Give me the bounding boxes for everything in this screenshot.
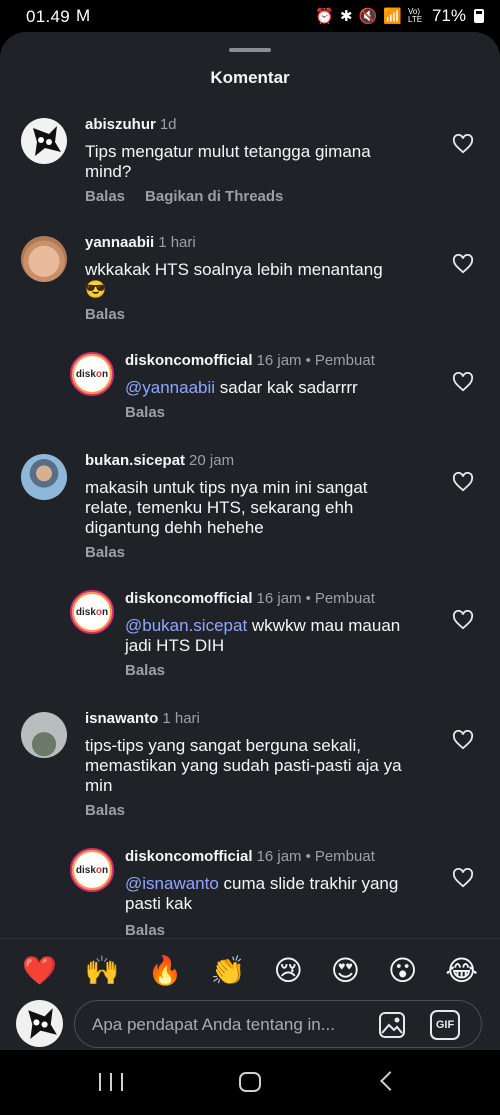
comment-username[interactable]: diskoncomofficial <box>125 848 253 865</box>
share-threads-button[interactable]: Bagikan di Threads <box>145 188 283 205</box>
heart-eyes-emoji-button[interactable]: 😍 <box>331 954 360 987</box>
comment-username[interactable]: bukan.sicepat <box>85 452 185 469</box>
mute-icon: 🔇 <box>358 8 378 25</box>
comment-actions: Balas <box>125 404 165 421</box>
comment-actions: Balas <box>85 306 125 323</box>
avatar[interactable]: diskon <box>70 848 114 892</box>
comment-header: yannaabii 1 hari <box>85 234 196 251</box>
comment-header: diskoncomofficial 16 jam • Pembuat <box>125 352 375 369</box>
reply-button[interactable]: Balas <box>125 922 165 939</box>
wifi-icon: 📶 <box>383 8 402 25</box>
comment-text: @yannaabii sadar kak sadarrrr <box>125 378 358 397</box>
signal-text: Vo) LTE <box>407 7 423 24</box>
comment-text: wkkakak HTS soalnya lebih menantang 😎 <box>85 260 383 299</box>
drag-handle[interactable] <box>229 48 271 52</box>
home-icon[interactable] <box>239 1072 261 1092</box>
diskon-logo: diskon <box>75 606 109 618</box>
mention-link[interactable]: @isnawanto <box>125 874 219 893</box>
comment-actions: Balas <box>125 922 165 939</box>
back-icon[interactable] <box>380 1071 400 1091</box>
comment-username[interactable]: diskoncomofficial <box>125 590 253 607</box>
comment-time: 1 hari <box>162 710 200 727</box>
creator-badge: Pembuat <box>314 352 375 369</box>
comment-time: 16 jam <box>256 590 302 607</box>
system-nav-bar <box>0 1050 500 1115</box>
my-avatar <box>16 1000 63 1047</box>
avatar[interactable] <box>21 712 67 758</box>
reply-button[interactable]: Balas <box>85 188 125 205</box>
comment-time: 1d <box>159 116 177 133</box>
battery-icon <box>474 9 484 23</box>
mention-link[interactable]: @bukan.sicepat <box>125 616 247 635</box>
avatar[interactable] <box>21 118 67 164</box>
comment-username[interactable]: abiszuhur <box>85 116 156 133</box>
creator-badge: Pembuat <box>314 848 375 865</box>
gif-button[interactable]: GIF <box>430 1010 460 1040</box>
creator-badge: Pembuat <box>314 590 375 607</box>
comment-time: 1 hari <box>158 234 196 251</box>
avatar[interactable]: diskon <box>70 352 114 396</box>
avatar[interactable]: diskon <box>70 590 114 634</box>
comment-text: @bukan.sicepat wkwkw mau mauan jadi HTS … <box>125 616 401 655</box>
fire-emoji-button[interactable]: 🔥 <box>148 954 183 987</box>
comment-header: diskoncomofficial 16 jam • Pembuat <box>125 848 375 865</box>
sheet-title: Komentar <box>210 68 290 87</box>
comment-actions: Balas Bagikan di Threads <box>85 188 283 205</box>
avatar[interactable] <box>21 236 67 282</box>
reply-button[interactable]: Balas <box>125 662 165 679</box>
like-heart-icon[interactable] <box>452 730 474 750</box>
comment-actions: Balas <box>85 802 125 819</box>
raising-hands-emoji-button[interactable]: 🙌 <box>85 954 120 987</box>
like-heart-icon[interactable] <box>452 610 474 630</box>
battery-percent: 71% <box>431 6 466 25</box>
comments-sheet: Komentar abiszuhur 1d Tips mengatur mulut… <box>0 32 500 1050</box>
comment-input-placeholder: Apa pendapat Anda tentang in... <box>92 1015 335 1034</box>
diskon-logo: diskon <box>75 864 109 876</box>
crying-emoji-button[interactable]: 😢 <box>274 954 303 987</box>
bluetooth-icon: ✱ <box>340 8 353 25</box>
emoji-reaction-bar: ❤️ 🙌 🔥 👏 😢 😍 😮 😂 <box>0 938 500 1002</box>
surprised-emoji-button[interactable]: 😮 <box>388 954 417 987</box>
comment-text: @isnawanto cuma slide trakhir yang pasti… <box>125 874 399 913</box>
comment-time: 16 jam <box>256 848 302 865</box>
like-heart-icon[interactable] <box>452 134 474 154</box>
like-heart-icon[interactable] <box>452 372 474 392</box>
reply-button[interactable]: Balas <box>85 544 125 561</box>
reply-button[interactable]: Balas <box>85 306 125 323</box>
comment-text: tips-tips yang sangat berguna sekali, me… <box>85 736 402 795</box>
comment-username[interactable]: diskoncomofficial <box>125 352 253 369</box>
alarm-icon: ⏰ <box>315 8 335 25</box>
avatar[interactable] <box>21 454 67 500</box>
comment-header: diskoncomofficial 16 jam • Pembuat <box>125 590 375 607</box>
mention-link[interactable]: @yannaabii <box>125 378 215 397</box>
image-icon[interactable] <box>377 1010 407 1040</box>
comment-text: Tips mengatur mulut tetangga gimana mind… <box>85 142 371 181</box>
comment-time: 16 jam <box>256 352 302 369</box>
comment-text: makasih untuk tips nya min ini sangat re… <box>85 478 368 537</box>
like-heart-icon[interactable] <box>452 472 474 492</box>
reply-button[interactable]: Balas <box>85 802 125 819</box>
comment-header: bukan.sicepat 20 jam <box>85 452 234 469</box>
like-heart-icon[interactable] <box>452 868 474 888</box>
reply-button[interactable]: Balas <box>125 404 165 421</box>
status-time: 01.49 <box>26 7 71 26</box>
mail-icon: M <box>76 6 91 25</box>
status-icons: ⏰ ✱ 🔇 📶 Vo) LTE 71% <box>315 6 484 26</box>
comment-actions: Balas <box>125 662 165 679</box>
comment-composer: Apa pendapat Anda tentang in... GIF <box>0 1000 500 1050</box>
comment-actions: Balas <box>85 544 125 561</box>
comment-input[interactable]: Apa pendapat Anda tentang in... GIF <box>74 1000 482 1048</box>
comment-username[interactable]: yannaabii <box>85 234 154 251</box>
like-heart-icon[interactable] <box>452 254 474 274</box>
status-bar: 01.49 M ⏰ ✱ 🔇 📶 Vo) LTE 71% <box>0 0 500 32</box>
comment-username[interactable]: isnawanto <box>85 710 158 727</box>
comment-time: 20 jam <box>189 452 235 469</box>
clap-emoji-button[interactable]: 👏 <box>211 954 246 987</box>
comment-header: abiszuhur 1d <box>85 116 177 133</box>
comment-header: isnawanto 1 hari <box>85 710 200 727</box>
recents-icon[interactable] <box>99 1073 123 1091</box>
heart-emoji-button[interactable]: ❤️ <box>22 954 57 987</box>
diskon-logo: diskon <box>75 368 109 380</box>
laughing-emoji-button[interactable]: 😂 <box>445 954 478 987</box>
